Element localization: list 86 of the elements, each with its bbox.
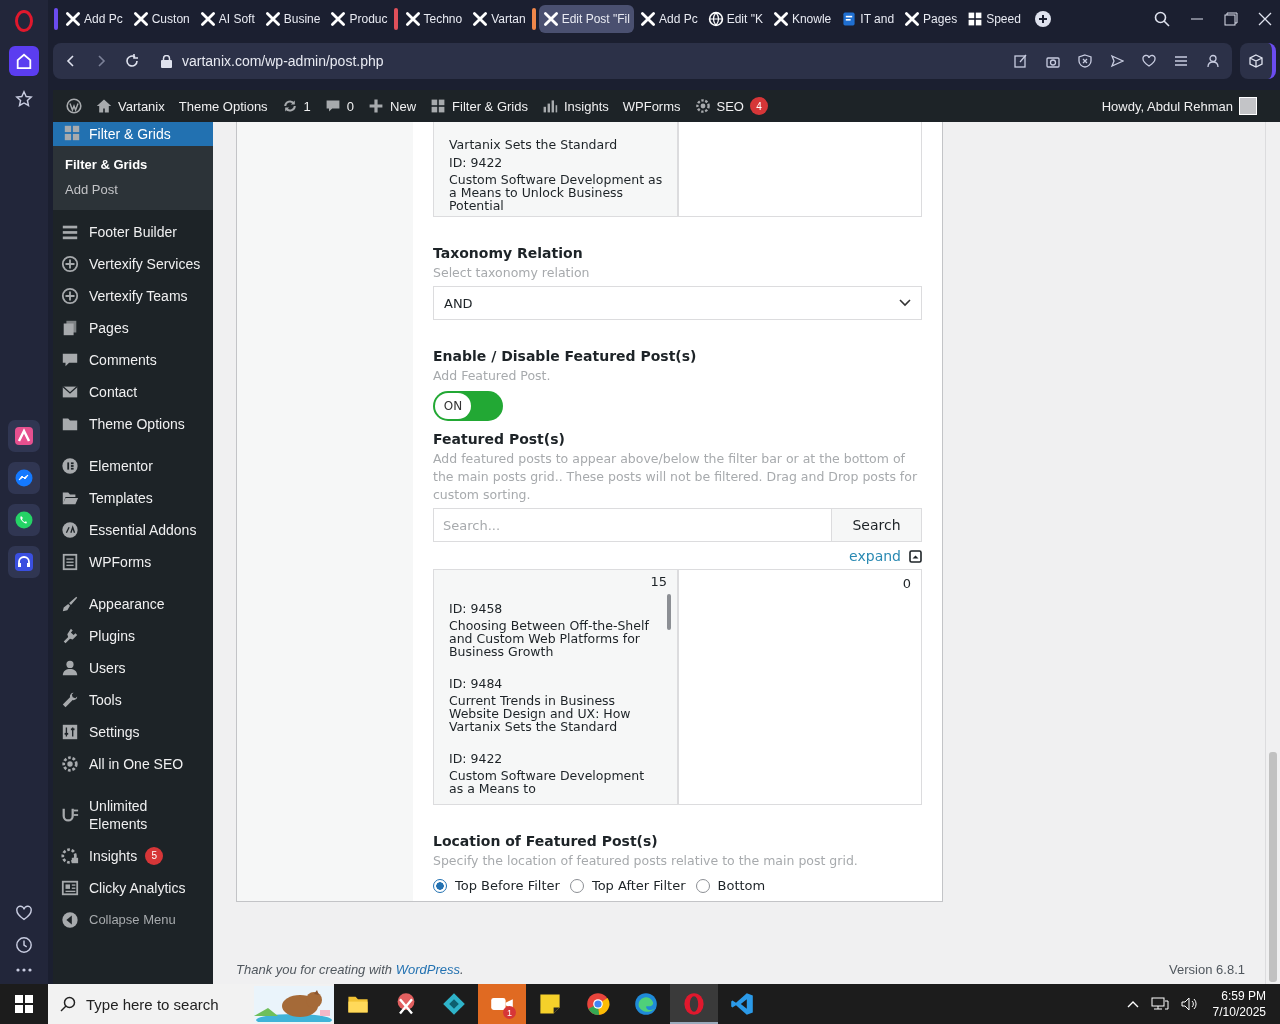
sidebar-menu-item[interactable]: Elementor [53, 450, 213, 482]
browser-tab[interactable]: Techno [400, 5, 467, 33]
field-title: Featured Post(s) [433, 431, 566, 447]
browser-tab[interactable]: AI Soft [195, 5, 259, 33]
expand-link[interactable]: expand [849, 548, 901, 564]
sidebar-menu-item[interactable]: WPForms [53, 546, 213, 578]
admin-bar-item[interactable]: WPForms [615, 98, 688, 114]
admin-bar-item[interactable]: 1 [274, 98, 318, 114]
browser-tab[interactable]: Pages [900, 5, 962, 33]
field-description: Specify the location of featured posts relative to the main post grid. [433, 852, 859, 870]
admin-bar-item[interactable]: Filter & Grids [423, 98, 535, 114]
sidebar-menu-item[interactable]: Users [53, 652, 213, 684]
relation-select[interactable]: AND [433, 286, 922, 320]
wordpress-link[interactable]: WordPress [395, 962, 460, 977]
submenu-item[interactable]: Add Post [53, 177, 213, 202]
sidebar-menu-item[interactable]: Footer Builder [53, 216, 213, 248]
toggle-switch[interactable]: ON [433, 391, 503, 421]
post-title: Custom Software Development as a Means to [449, 769, 646, 795]
sidebar-menu-item[interactable]: Unlimited Elements [53, 790, 213, 840]
sidebar-menu-item[interactable]: Pages [53, 312, 213, 344]
sidebar-menu-item[interactable]: Clicky Analytics [53, 872, 213, 904]
browser-tab[interactable]: Edit Post "Fil [538, 5, 634, 33]
admin-bar-item[interactable]: Vartanix [89, 98, 172, 114]
url-text: vartanix.com/wp-admin/post.php [182, 53, 384, 69]
browser-tab[interactable]: Produc [326, 5, 392, 33]
search-field[interactable]: Search... [433, 508, 832, 542]
post-count: 15 [649, 574, 667, 589]
version-text: Version 6.8.1 [1169, 962, 1245, 977]
footer-credit: Thank you for creating with WordPress. [236, 962, 464, 977]
sidebar-menu-item[interactable]: All in One SEO [53, 748, 213, 780]
radio-option[interactable]: Top Before Filter [433, 878, 560, 893]
submenu-item[interactable]: Filter & Grids [53, 152, 213, 177]
count-badge: 4 [750, 97, 768, 115]
sidebar-menu-item[interactable]: Comments [53, 344, 213, 376]
post-title: Current Trends in Business Website Design and UX: How Vartanix Sets the Standard [449, 694, 632, 733]
post-id: ID: 9422 [449, 751, 504, 766]
admin-bar-item[interactable]: Insights [534, 98, 616, 114]
sidebar-menu-item[interactable]: Contact [53, 376, 213, 408]
sidebar-menu-item[interactable]: Tools [53, 684, 213, 716]
field-title: Taxonomy Relation [433, 245, 584, 261]
admin-bar-item[interactable]: New [361, 98, 424, 114]
admin-bar-item[interactable]: SEO 4 [687, 97, 775, 115]
post-id: ID: 9422 [449, 155, 504, 170]
post-title: Vartanix Sets the Standard [449, 138, 619, 151]
post-id: ID: 9458 [449, 601, 504, 616]
sidebar-menu-item[interactable]: Templates [53, 482, 213, 514]
browser-tab[interactable]: Knowle [768, 5, 836, 33]
browser-tab[interactable]: IT and [837, 5, 899, 33]
browser-tab[interactable]: Busine [260, 5, 325, 33]
post-id: ID: 9484 [449, 676, 504, 691]
search-button[interactable]: Search [832, 508, 922, 542]
field-description: Add featured posts to appear above/below the filter bar or at the bottom of the main posts grid.. These posts will not be filtered. Drag and Drop posts for custom sorting. [433, 450, 919, 504]
field-title: Enable / Disable Featured Post(s) [433, 348, 698, 364]
post-count: 0 [901, 576, 911, 591]
browser-tab[interactable]: Speed [963, 5, 1025, 33]
field-description: Select taxonomy relation [433, 264, 591, 282]
account-menu[interactable]: Howdy, Abdul Rehman [1094, 97, 1264, 115]
address-bar[interactable]: vartanix.com/wp-admin/post.php [53, 43, 1232, 79]
taskbar-app[interactable]: 1 [478, 984, 526, 1024]
field-description: Add Featured Post. [433, 367, 552, 385]
sidebar-menu-item[interactable]: Plugins [53, 620, 213, 652]
sidebar-menu-item[interactable]: Vertexify Services [53, 248, 213, 280]
browser-tab[interactable]: Vartan [468, 5, 530, 33]
notification-badge: 1 [503, 1006, 516, 1019]
sidebar-menu-item[interactable]: Insights 5 [53, 840, 213, 872]
sidebar-menu-item[interactable]: Theme Options [53, 408, 213, 440]
browser-tab[interactable]: Custon [128, 5, 194, 33]
current-menu-item[interactable]: Filter & Grids [53, 122, 213, 146]
browser-tab[interactable]: Add Pc [635, 5, 702, 33]
sidebar-menu-item[interactable]: Appearance [53, 588, 213, 620]
admin-bar-item[interactable]: 0 [317, 98, 362, 114]
radio-option[interactable]: Top After Filter [569, 878, 686, 893]
radio-option[interactable]: Bottom [695, 878, 766, 893]
sidebar-menu-item[interactable]: Settings [53, 716, 213, 748]
taskbar-clock[interactable]: 6:59 PM 7/10/2025 [1204, 988, 1280, 1020]
sidebar-menu-item[interactable]: Essential Addons [53, 514, 213, 546]
sidebar-menu-item[interactable]: Vertexify Teams [53, 280, 213, 312]
post-title: Custom Software Development as a Means to Unlock Business Potential [449, 173, 664, 212]
count-badge: 5 [145, 847, 164, 865]
sidebar-menu-item[interactable]: Collapse Menu [53, 904, 213, 936]
post-title: Choosing Between Off-the-Shelf and Custom Web Platforms for Business Growth [449, 619, 650, 658]
browser-tab[interactable]: Add Pc [61, 5, 127, 33]
taskbar-search-field[interactable]: Type here to search [48, 984, 334, 1024]
browser-tab[interactable]: Edit "K [703, 5, 767, 33]
field-title: Location of Featured Post(s) [433, 833, 659, 849]
admin-bar-item[interactable]: Theme Options [171, 98, 275, 114]
